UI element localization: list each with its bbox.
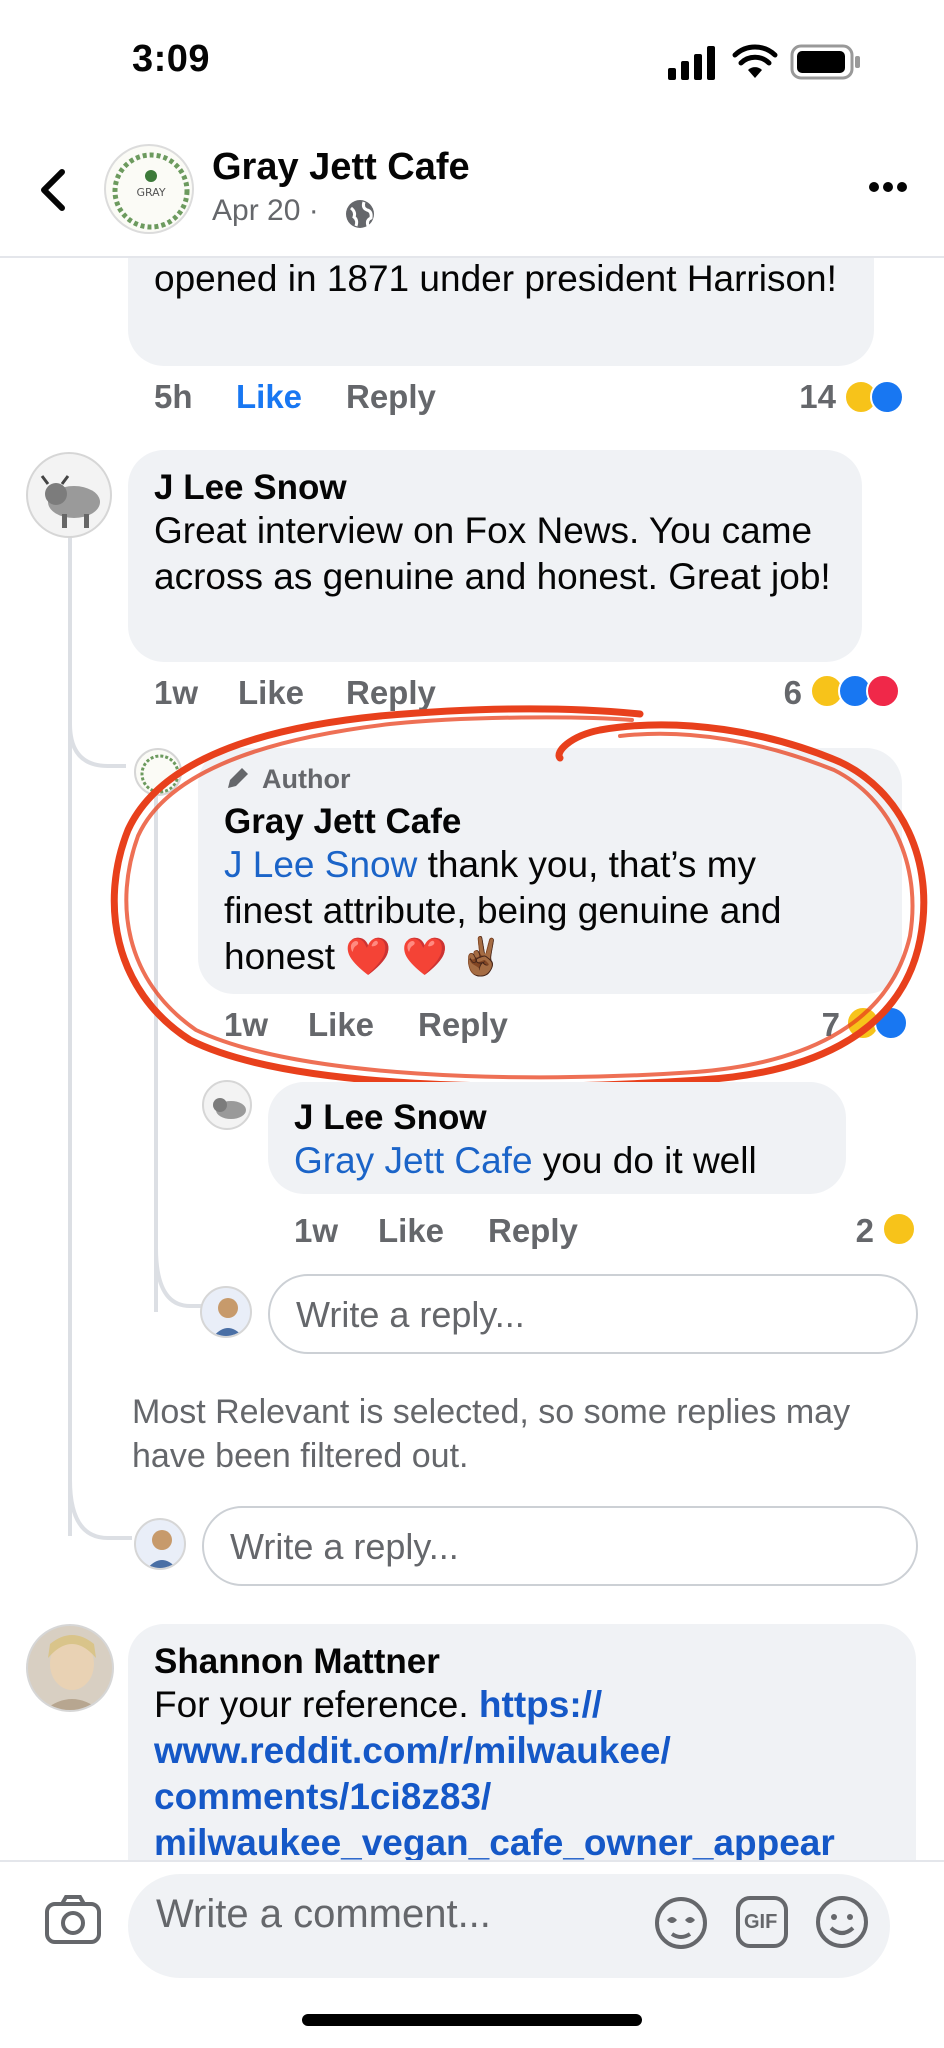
emoji-icon[interactable] xyxy=(814,1894,870,1950)
comment-author[interactable]: Shannon Mattner xyxy=(154,1642,440,1682)
love-reaction-icon xyxy=(866,674,900,708)
comment-time: 1w xyxy=(224,1006,269,1043)
reddit-link[interactable]: www.reddit.com/r/milwaukee/ xyxy=(154,1730,671,1771)
like-button[interactable]: Like xyxy=(308,1006,374,1044)
thread-connector xyxy=(68,724,126,768)
filter-notice: Most Relevant is selected, so some repli… xyxy=(132,1393,851,1475)
avatar-sticker-icon[interactable] xyxy=(652,1894,710,1952)
avatar xyxy=(134,1518,186,1570)
avatar xyxy=(200,1286,252,1338)
thread-connector xyxy=(68,1480,132,1540)
comment-text: Gray Jett Cafe you do it well xyxy=(294,1140,757,1181)
comment-author[interactable]: J Lee Snow xyxy=(294,1098,487,1138)
back-arrow-icon[interactable] xyxy=(30,160,80,220)
comment-time: 5h xyxy=(154,378,193,415)
globe-icon xyxy=(346,200,374,228)
reply-input[interactable]: Write a reply... xyxy=(202,1506,918,1586)
author-badge: Author xyxy=(262,764,351,794)
reply-button[interactable]: Reply xyxy=(346,378,436,416)
profile-photo-icon xyxy=(44,1635,100,1710)
home-indicator xyxy=(302,2014,642,2026)
reaction-count[interactable]: 6 xyxy=(760,674,802,712)
comment-text: For your reference. https:// www.reddit.… xyxy=(154,1684,835,1863)
comment-author[interactable]: Gray Jett Cafe xyxy=(224,802,461,842)
avatar[interactable] xyxy=(202,1080,252,1130)
reply-placeholder: Write a reply... xyxy=(230,1526,459,1567)
reply-button[interactable]: Reply xyxy=(488,1212,578,1250)
thread-connector xyxy=(154,1248,208,1308)
thread-line xyxy=(154,796,158,1312)
user-avatar-icon xyxy=(147,1530,177,1568)
post-date: Apr 20 · xyxy=(212,194,319,227)
comment-placeholder: Write a comment... xyxy=(156,1892,491,1936)
reply-button[interactable]: Reply xyxy=(346,674,436,712)
haha-reaction-icon[interactable] xyxy=(882,1212,916,1246)
like-button[interactable]: Like xyxy=(236,378,302,416)
like-reaction-icon xyxy=(874,1006,908,1040)
comment-text: Great interview on Fox News. You came ac… xyxy=(154,510,831,597)
reply-placeholder: Write a reply... xyxy=(296,1294,525,1335)
bull-avatar-icon xyxy=(40,475,100,528)
comment-text: J Lee Snow thank you, that’s my finest a… xyxy=(224,844,782,977)
more-options-icon[interactable] xyxy=(866,172,910,202)
reddit-link[interactable]: milwaukee_vegan_cafe_owner_appear xyxy=(154,1822,835,1863)
comment-author[interactable]: J Lee Snow xyxy=(154,468,347,508)
avatar[interactable] xyxy=(134,748,182,796)
reaction-icons[interactable] xyxy=(844,378,918,418)
wifi-icon xyxy=(732,44,778,78)
reddit-link[interactable]: comments/1ci8z83/ xyxy=(154,1776,491,1817)
mention-link[interactable]: Gray Jett Cafe xyxy=(294,1140,533,1181)
user-avatar-icon xyxy=(213,1298,243,1336)
comment-time: 1w xyxy=(154,674,199,711)
like-button[interactable]: Like xyxy=(238,674,304,712)
cellular-signal-icon xyxy=(668,46,715,80)
mention-link[interactable]: J Lee Snow xyxy=(224,844,417,885)
cafe-logo-icon xyxy=(140,754,180,794)
pencil-icon xyxy=(228,768,248,788)
reaction-count[interactable]: 2 xyxy=(840,1212,874,1250)
reddit-link[interactable]: https:// xyxy=(479,1684,602,1725)
battery-icon xyxy=(790,44,860,80)
like-reaction-icon xyxy=(870,380,904,414)
reply-input[interactable]: Write a reply... xyxy=(268,1274,918,1354)
gif-button[interactable]: GIF xyxy=(736,1896,788,1948)
comment-time: 1w xyxy=(294,1212,339,1249)
gif-label: GIF xyxy=(744,1911,778,1933)
status-time: 3:09 xyxy=(132,38,211,80)
avatar[interactable] xyxy=(26,1624,114,1712)
like-button[interactable]: Like xyxy=(378,1212,444,1250)
comment-text: opened in 1871 under president Harrison! xyxy=(154,258,837,299)
page-name[interactable]: Gray Jett Cafe xyxy=(212,146,470,189)
page-avatar[interactable]: GRAY xyxy=(104,144,194,234)
reaction-count[interactable]: 14 xyxy=(770,378,836,416)
reaction-icons[interactable] xyxy=(810,672,920,712)
avatar[interactable] xyxy=(26,452,112,538)
bull-avatar-icon xyxy=(213,1098,246,1119)
svg-text:GRAY: GRAY xyxy=(136,186,165,199)
cafe-logo-icon: GRAY xyxy=(112,152,190,230)
reaction-count[interactable]: 7 xyxy=(800,1006,840,1044)
reply-button[interactable]: Reply xyxy=(418,1006,508,1044)
reaction-icons[interactable] xyxy=(846,1004,920,1044)
post-header: GRAY Gray Jett Cafe Apr 20 · xyxy=(0,120,944,258)
camera-icon[interactable] xyxy=(44,1894,102,1946)
thread-line xyxy=(68,532,72,1536)
